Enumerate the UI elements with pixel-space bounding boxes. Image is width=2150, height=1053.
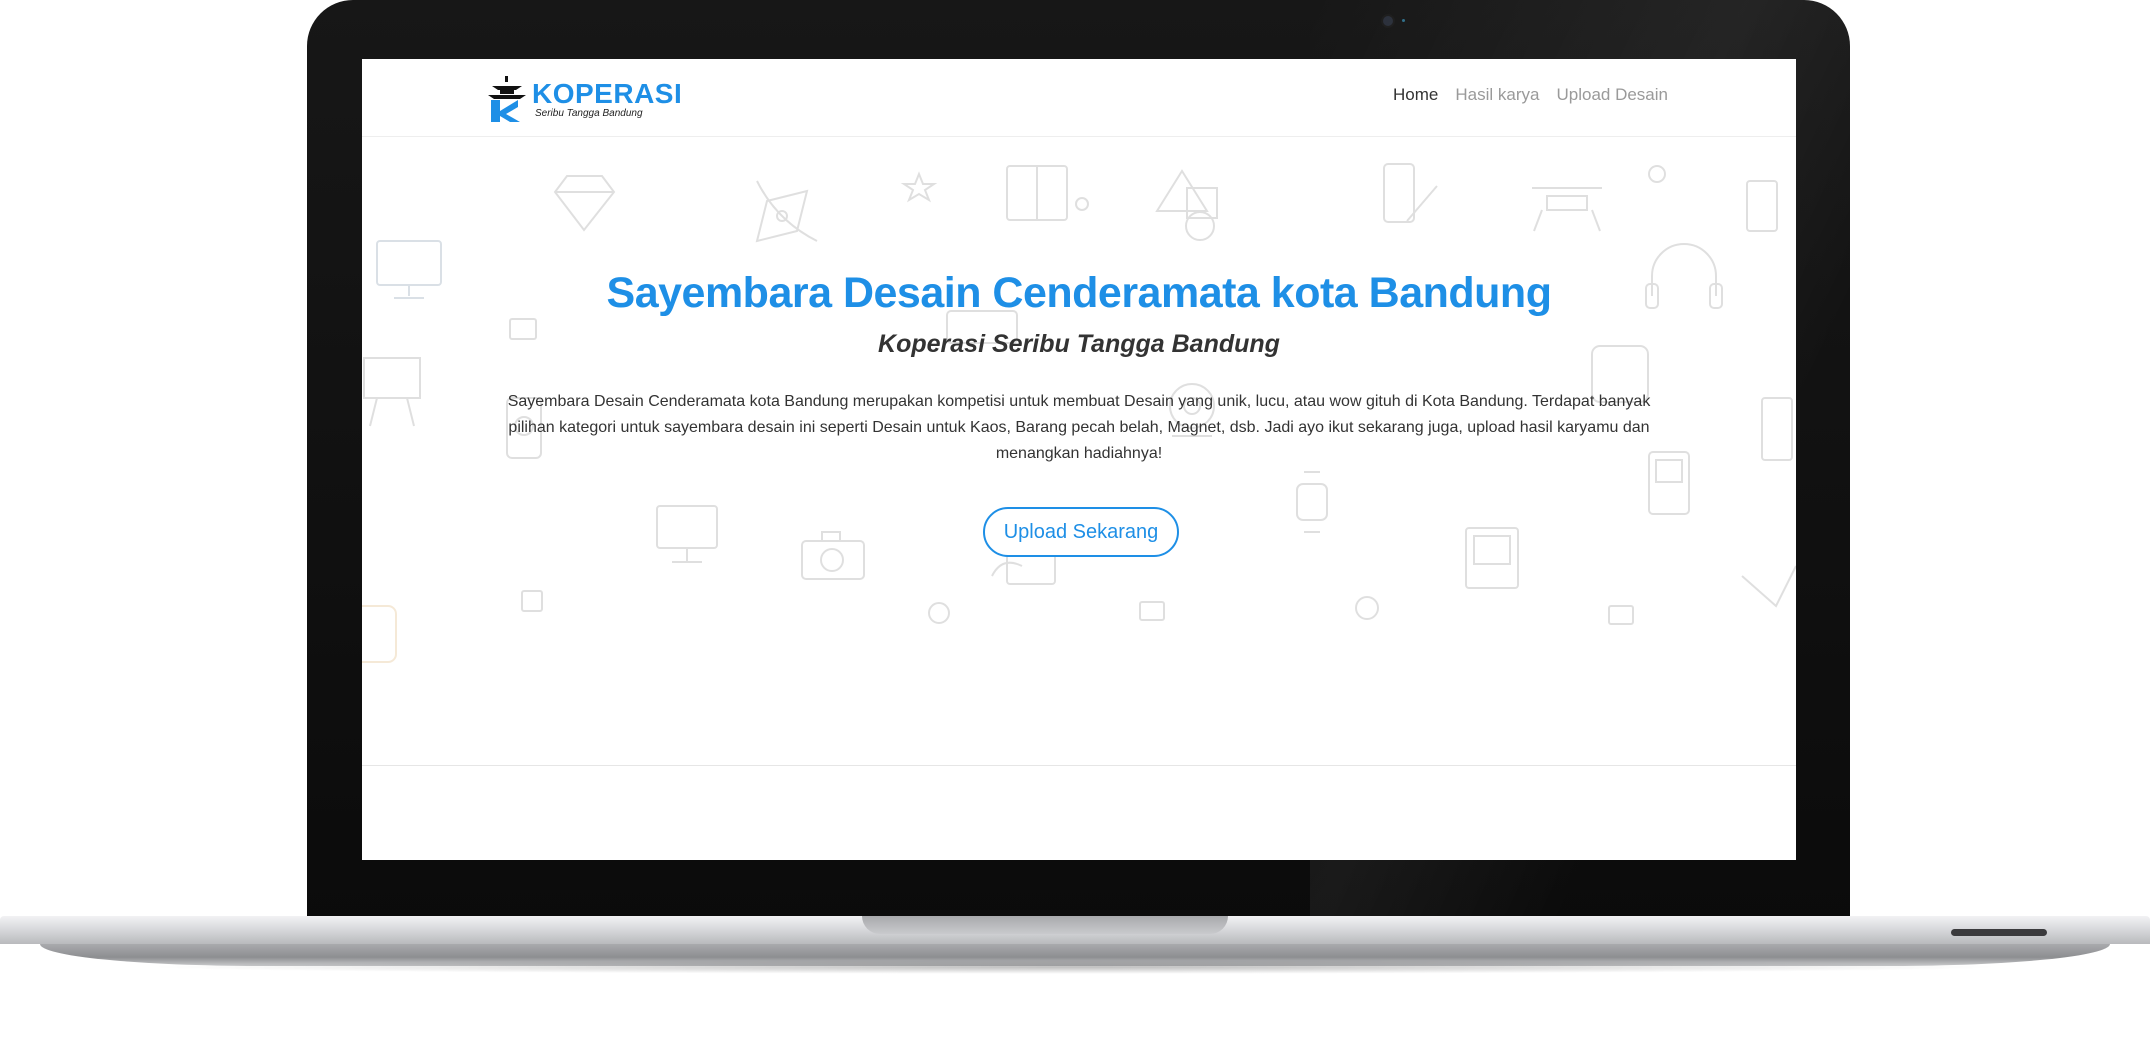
laptop-notch	[862, 916, 1228, 934]
camera-indicator	[1402, 19, 1405, 22]
logo-title: KOPERASI	[532, 77, 683, 109]
drone-icon	[1532, 187, 1602, 232]
site-logo[interactable]: KOPERASI Seribu Tangga Bandung	[486, 73, 682, 125]
section-divider	[362, 765, 1796, 766]
book-icon	[1006, 165, 1068, 221]
nav-links: Home Hasil karya Upload Desain	[1393, 85, 1668, 105]
retro-computer-icon	[1465, 527, 1519, 589]
upload-sekarang-button[interactable]: Upload Sekarang	[983, 507, 1179, 557]
browser-viewport: KOPERASI Seribu Tangga Bandung Home Hasi…	[362, 59, 1796, 860]
computer-icon	[656, 505, 718, 563]
phone-edit-icon	[1383, 163, 1438, 223]
camera-icon	[1383, 16, 1393, 26]
logo-text: KOPERASI Seribu Tangga Bandung	[532, 77, 683, 119]
illustrator-icon	[362, 605, 397, 663]
hero-section: Sayembara Desain Cenderamata kota Bandun…	[362, 136, 1796, 766]
pen-tool-icon	[755, 180, 818, 243]
laptop-shadow	[140, 960, 2010, 974]
logo-subtitle: Seribu Tangga Bandung	[535, 107, 643, 119]
top-navbar: KOPERASI Seribu Tangga Bandung Home Hasi…	[362, 59, 1796, 137]
shapes-icon	[1155, 169, 1218, 241]
hero-description: Sayembara Desain Cenderamata kota Bandun…	[507, 393, 1651, 462]
watch-icon	[1296, 471, 1328, 533]
hero-subtitle: Koperasi Seribu Tangga Bandung	[878, 330, 1280, 358]
star-icon	[900, 171, 938, 203]
hero-title: Sayembara Desain Cenderamata kota Bandun…	[606, 269, 1552, 317]
nav-home[interactable]: Home	[1393, 85, 1438, 105]
diamond-icon	[553, 175, 616, 232]
nav-hasil-karya[interactable]: Hasil karya	[1455, 85, 1539, 105]
laptop-foot	[1951, 929, 2047, 936]
easel-icon	[363, 357, 421, 427]
koperasi-logo-icon	[486, 74, 530, 124]
camera-icon	[801, 531, 865, 580]
laptop-mockup: KOPERASI Seribu Tangga Bandung Home Hasi…	[0, 0, 2150, 1053]
nav-upload-desain[interactable]: Upload Desain	[1556, 85, 1668, 105]
